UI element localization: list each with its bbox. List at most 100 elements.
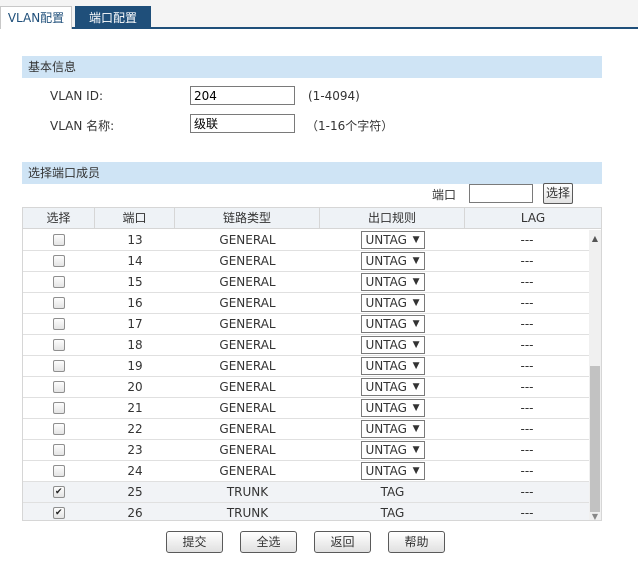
link-type: GENERAL (219, 359, 276, 373)
egress-rule-value: UNTAG (365, 295, 407, 310)
select-all-button[interactable]: 全选 (240, 531, 297, 553)
port-checkbox[interactable] (53, 233, 65, 246)
port-number: 15 (127, 275, 143, 289)
egress-rule-cell: UNTAG ▼ (320, 251, 465, 272)
table-row: 25 TRUNK TAG --- (23, 482, 589, 503)
port-number: 23 (127, 443, 143, 457)
egress-rule-select[interactable]: UNTAG ▼ (360, 461, 425, 480)
egress-rule-select[interactable]: UNTAG ▼ (360, 230, 425, 249)
select-cell (23, 272, 95, 293)
table-body: 13 GENERAL UNTAG ▼ --- 14 GENERAL UNTAG ▼ --- 15 GE… (23, 230, 589, 520)
port-checkbox[interactable] (53, 485, 65, 498)
port-table: 选择 端口 链路类型 出口规则 LAG 13 GENERAL UNTAG ▼ --- 14… (22, 207, 602, 521)
port-number: 16 (127, 296, 143, 310)
port-checkbox[interactable] (53, 338, 65, 351)
tab-port-config[interactable]: 端口配置 (75, 6, 151, 29)
port-checkbox[interactable] (53, 422, 65, 435)
egress-rule-select[interactable]: UNTAG ▼ (360, 251, 425, 270)
vlan-name-input[interactable] (190, 114, 295, 133)
table-row: 23 GENERAL UNTAG ▼ --- (23, 440, 589, 461)
port-checkbox[interactable] (53, 275, 65, 288)
scroll-down-arrow-icon[interactable]: ▼ (589, 512, 601, 520)
port-checkbox[interactable] (53, 296, 65, 309)
col-lag: LAG (520, 211, 546, 225)
select-cell (23, 482, 95, 503)
tab-vlan-config[interactable]: VLAN配置 (0, 6, 72, 29)
select-cell (23, 398, 95, 419)
help-button[interactable]: 帮助 (388, 531, 445, 553)
port-search-input[interactable] (469, 184, 533, 203)
port-checkbox[interactable] (53, 380, 65, 393)
port-checkbox[interactable] (53, 401, 65, 414)
egress-rule-select[interactable]: UNTAG ▼ (360, 335, 425, 354)
port-checkbox[interactable] (53, 254, 65, 267)
dropdown-arrow-icon: ▼ (412, 318, 420, 329)
egress-rule-select[interactable]: UNTAG ▼ (360, 398, 425, 417)
link-type: GENERAL (219, 233, 276, 247)
lag-value: --- (520, 380, 534, 394)
egress-rule-select[interactable]: UNTAG ▼ (360, 377, 425, 396)
table-row: 20 GENERAL UNTAG ▼ --- (23, 377, 589, 398)
egress-rule-value: UNTAG (365, 316, 407, 331)
port-search-label: 端口 (432, 188, 457, 202)
port-number: 13 (127, 233, 143, 247)
dropdown-arrow-icon: ▼ (412, 465, 420, 476)
dropdown-arrow-icon: ▼ (412, 297, 420, 308)
egress-rule-select[interactable]: UNTAG ▼ (360, 419, 425, 438)
select-cell (23, 314, 95, 335)
link-type: GENERAL (219, 464, 276, 478)
egress-rule-value: UNTAG (365, 421, 407, 436)
col-port: 端口 (95, 208, 175, 229)
tab-bar: VLAN配置 端口配置 (0, 0, 638, 29)
submit-button[interactable]: 提交 (166, 531, 223, 553)
back-button[interactable]: 返回 (314, 531, 371, 553)
table-scrollbar[interactable]: ▲ ▼ (589, 230, 601, 520)
egress-rule-select[interactable]: UNTAG ▼ (360, 293, 425, 312)
lag-value: --- (520, 317, 534, 331)
egress-rule-select[interactable]: UNTAG ▼ (360, 440, 425, 459)
link-type: TRUNK (226, 485, 269, 499)
egress-rule-select[interactable]: UNTAG ▼ (360, 314, 425, 333)
table-row: 22 GENERAL UNTAG ▼ --- (23, 419, 589, 440)
port-number: 18 (127, 338, 143, 352)
egress-rule-cell: TAG (320, 482, 465, 503)
table-row: 15 GENERAL UNTAG ▼ --- (23, 272, 589, 293)
egress-rule-select[interactable]: UNTAG ▼ (360, 272, 425, 291)
table-row: 21 GENERAL UNTAG ▼ --- (23, 398, 589, 419)
egress-rule-cell: UNTAG ▼ (320, 419, 465, 440)
egress-rule-value: UNTAG (365, 274, 407, 289)
port-checkbox[interactable] (53, 506, 65, 519)
select-cell (23, 251, 95, 272)
dropdown-arrow-icon: ▼ (412, 444, 420, 455)
vlan-id-input[interactable] (190, 86, 295, 105)
egress-rule-select[interactable]: UNTAG ▼ (360, 356, 425, 375)
port-checkbox[interactable] (53, 359, 65, 372)
egress-rule-cell: UNTAG ▼ (320, 440, 465, 461)
vlan-id-label: VLAN ID: (50, 89, 103, 103)
scroll-up-arrow-icon[interactable]: ▲ (589, 234, 601, 244)
port-number: 20 (127, 380, 143, 394)
link-type: GENERAL (219, 338, 276, 352)
lag-value: --- (520, 233, 534, 247)
link-type: GENERAL (219, 380, 276, 394)
dropdown-arrow-icon: ▼ (412, 423, 420, 434)
dropdown-arrow-icon: ▼ (412, 360, 420, 371)
scroll-thumb[interactable] (590, 366, 600, 512)
egress-rule-cell: UNTAG ▼ (320, 230, 465, 251)
port-number: 25 (127, 485, 143, 499)
lag-value: --- (520, 275, 534, 289)
egress-rule-cell: UNTAG ▼ (320, 356, 465, 377)
select-cell (23, 230, 95, 251)
select-cell (23, 440, 95, 461)
port-number: 22 (127, 422, 143, 436)
egress-rule-cell: UNTAG ▼ (320, 461, 465, 482)
egress-rule-value: UNTAG (365, 463, 407, 478)
egress-rule-value: TAG (380, 506, 405, 520)
port-select-button[interactable]: 选择 (543, 183, 573, 204)
table-header: 选择 端口 链路类型 出口规则 LAG (23, 208, 601, 229)
port-checkbox[interactable] (53, 464, 65, 477)
port-checkbox[interactable] (53, 317, 65, 330)
port-checkbox[interactable] (53, 443, 65, 456)
table-row: 14 GENERAL UNTAG ▼ --- (23, 251, 589, 272)
port-members-header: 选择端口成员 (22, 162, 602, 184)
